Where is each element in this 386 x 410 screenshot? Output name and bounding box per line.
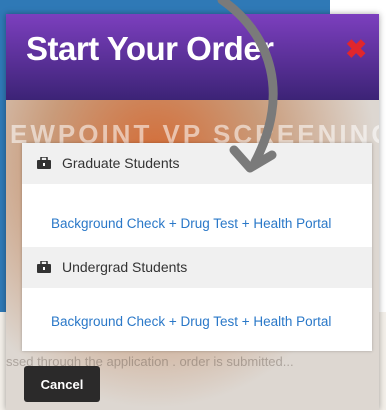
close-icon[interactable]: ✖ xyxy=(345,36,367,62)
briefcase-icon xyxy=(37,157,51,169)
order-link-undergrad[interactable]: Background Check + Drug Test + Health Po… xyxy=(51,314,331,329)
group-label: Graduate Students xyxy=(62,155,180,171)
order-link-graduate[interactable]: Background Check + Drug Test + Health Po… xyxy=(51,216,331,231)
group-header-undergrad: Undergrad Students xyxy=(22,247,372,288)
modal-header: Start Your Order ✖ xyxy=(6,14,379,100)
modal-title: Start Your Order xyxy=(26,30,274,67)
cancel-button[interactable]: Cancel xyxy=(24,366,100,402)
order-modal: Start Your Order ✖ EWPOINT VP SCREENING … xyxy=(6,14,379,410)
order-options-card: Graduate Students Background Check + Dru… xyxy=(22,143,372,351)
group-header-graduate: Graduate Students xyxy=(22,143,372,184)
briefcase-icon xyxy=(37,261,51,273)
group-label: Undergrad Students xyxy=(62,259,188,275)
